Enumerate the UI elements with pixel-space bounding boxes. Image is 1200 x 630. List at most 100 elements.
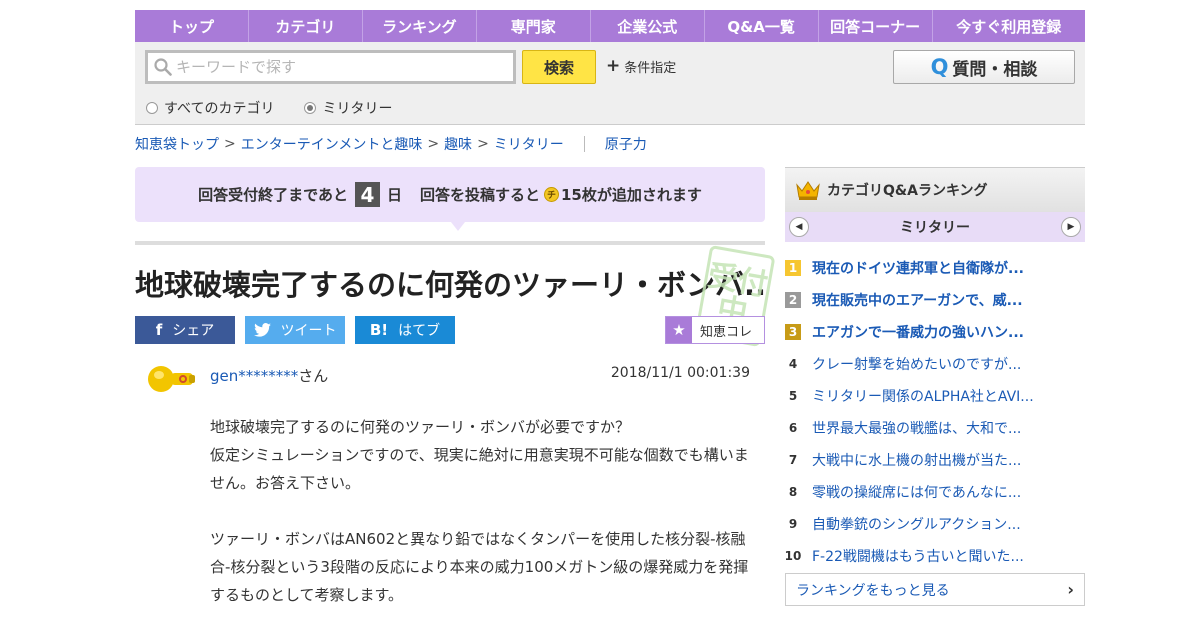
chie-collection-label: 知恵コレ — [700, 324, 753, 340]
breadcrumb-divider — [583, 136, 585, 152]
search-icon — [154, 58, 172, 76]
ranking-link[interactable]: エアガンで一番威力の強いハン... — [812, 322, 1024, 342]
ranking-link[interactable]: 現在販売中のエアーガンで、威... — [812, 290, 1023, 310]
radio-all-label: すべてのカテゴリ — [164, 101, 275, 117]
hatena-icon: B! — [369, 321, 389, 339]
radio-current-label: ミリタリー — [322, 101, 393, 117]
breadcrumb: 知恵袋トップ > エンターテインメントと趣味 > 趣味 > ミリタリー 原子力 — [135, 134, 647, 154]
ask-question-button[interactable]: Q 質問・相談 — [893, 50, 1075, 84]
twitter-share-button[interactable]: ツイート — [245, 316, 345, 344]
honorific: さん — [298, 367, 329, 385]
rank-number: 2 — [785, 292, 801, 308]
ranking-link[interactable]: ミリタリー関係のALPHA社とAVI... — [812, 386, 1034, 406]
questioner: gen********さん — [210, 365, 328, 386]
list-item: 4 クレー射撃を始めたいのですが... — [785, 348, 1085, 380]
list-item: 6 世界最大最強の戦艦は、大和で... — [785, 412, 1085, 444]
rank-number: 9 — [788, 517, 798, 531]
notice-reward-prefix: 回答を投稿すると — [419, 186, 540, 204]
breadcrumb-chiebukuro-top[interactable]: 知恵袋トップ — [135, 134, 219, 154]
nav-register[interactable]: 今すぐ利用登録 — [933, 10, 1085, 42]
search-input[interactable] — [176, 58, 496, 76]
search-button[interactable]: 検索 — [522, 50, 596, 84]
ask-question-label: 質問・相談 — [952, 59, 1038, 80]
category-scope: すべてのカテゴリ ミリタリー — [146, 98, 422, 118]
nav-ranking[interactable]: ランキング — [363, 10, 477, 42]
twitter-icon — [253, 323, 271, 337]
nav-official[interactable]: 企業公式 — [591, 10, 705, 42]
search-box[interactable] — [145, 50, 516, 84]
list-item: 3 エアガンで一番威力の強いハン... — [785, 316, 1085, 348]
breadcrumb-separator: > — [477, 136, 489, 152]
twitter-share-label: ツイート — [280, 323, 337, 339]
chie-collection-button[interactable]: ★ 知恵コレ — [665, 316, 765, 344]
facebook-share-label: シェア — [172, 323, 215, 339]
crown-icon — [796, 181, 820, 200]
breadcrumb-entertainment[interactable]: エンターテインメントと趣味 — [241, 134, 423, 154]
questioner-link[interactable]: gen******** — [210, 367, 298, 385]
prev-arrow-icon[interactable]: ◀ — [789, 217, 809, 237]
ranking-link[interactable]: 現在のドイツ連邦軍と自衛隊が... — [812, 258, 1024, 278]
list-item: 10 F-22戦闘機はもう古いと聞いた... — [785, 540, 1085, 572]
nav-answer-corner[interactable]: 回答コーナー — [819, 10, 933, 42]
ranking-link[interactable]: F-22戦闘機はもう古いと聞いた... — [812, 546, 1024, 566]
ranking-category: ミリタリー — [900, 220, 970, 236]
nav-experts[interactable]: 専門家 — [477, 10, 591, 42]
question-body: 地球破壊完了するのに何発のツァーリ・ボンバが必要ですか？ 仮定シミュレーションで… — [210, 413, 755, 630]
ranking-link[interactable]: 世界最大最強の戦艦は、大和で... — [812, 418, 1021, 438]
facebook-share-button[interactable]: f シェア — [135, 316, 235, 344]
breadcrumb-hobby[interactable]: 趣味 — [444, 134, 472, 154]
ranking-link[interactable]: 自動拳銃のシングルアクション... — [812, 514, 1021, 534]
rank-number: 8 — [788, 485, 798, 499]
star-icon: ★ — [666, 317, 692, 343]
ranking-link[interactable]: 零戦の操縦席には何であんなに... — [812, 482, 1021, 502]
question-title: 地球破壊完了するのに何発のツァーリ・ボンバ... — [135, 268, 765, 302]
divider — [135, 241, 765, 245]
list-item: 9 自動拳銃のシングルアクション... — [785, 508, 1085, 540]
rank-number: 5 — [788, 389, 798, 403]
rank-number: 4 — [788, 357, 798, 371]
tag-nuclear[interactable]: 原子力 — [605, 134, 647, 154]
nav-category[interactable]: カテゴリ — [249, 10, 363, 42]
next-arrow-icon[interactable]: ▶ — [1061, 217, 1081, 237]
plus-icon: + — [606, 56, 621, 76]
list-item: 8 零戦の操縦席には何であんなに... — [785, 476, 1085, 508]
nav-qa-list[interactable]: Q&A一覧 — [705, 10, 819, 42]
search-area: 検索 + 条件指定 Q 質問・相談 すべてのカテゴリ ミリタリー — [135, 42, 1085, 125]
top-nav: トップ カテゴリ ランキング 専門家 企業公式 Q&A一覧 回答コーナー 今すぐ… — [135, 10, 1085, 42]
conditions-link[interactable]: + 条件指定 — [606, 56, 676, 76]
radio-current-category[interactable]: ミリタリー — [304, 98, 392, 118]
radio-icon — [146, 102, 158, 114]
list-item: 1 現在のドイツ連邦軍と自衛隊が... — [785, 252, 1085, 284]
ranking-link[interactable]: 大戦中に水上機の射出機が当た... — [812, 450, 1021, 470]
rank-number: 7 — [788, 453, 798, 467]
nav-top[interactable]: トップ — [135, 10, 249, 42]
answer-deadline-notice: 回答受付終了まであと 4 日 回答を投稿すると チ 15枚が追加されます — [135, 167, 765, 222]
rank-number: 6 — [788, 421, 798, 435]
facebook-icon: f — [155, 321, 163, 339]
radio-selected-icon — [304, 102, 317, 114]
breadcrumb-separator: > — [427, 136, 440, 152]
ranking-category-switcher: ◀ ミリタリー ▶ — [785, 212, 1085, 242]
breadcrumb-military[interactable]: ミリタリー — [494, 134, 564, 154]
days-unit: 日 — [386, 186, 402, 204]
more-ranking-link[interactable]: ランキングをもっと見る › — [785, 573, 1085, 606]
question-icon: Q — [930, 55, 949, 79]
hatena-bookmark-button[interactable]: B! はてブ — [355, 316, 455, 344]
chevron-right-icon: › — [1067, 580, 1074, 599]
ranking-title: カテゴリQ&Aランキング — [827, 183, 988, 199]
radio-all-categories[interactable]: すべてのカテゴリ — [146, 98, 274, 118]
conditions-label: 条件指定 — [624, 60, 677, 76]
notice-reward: 15枚が追加されます — [561, 186, 702, 204]
ranking-list: 1 現在のドイツ連邦軍と自衛隊が... 2 現在販売中のエアーガンで、威... 3エ… — [785, 252, 1085, 572]
post-date: 2018/11/1 00:01:39 — [610, 365, 750, 381]
rank-number: 1 — [785, 260, 801, 276]
notice-pointer — [451, 222, 465, 231]
rank-number: 10 — [784, 549, 802, 563]
more-ranking-label: ランキングをもっと見る — [796, 582, 950, 599]
ranking-header: カテゴリQ&Aランキング — [785, 167, 1085, 212]
rank-number: 3 — [785, 324, 801, 340]
days-remaining: 4 — [354, 182, 380, 207]
ranking-link[interactable]: クレー射撃を始めたいのですが... — [812, 354, 1021, 374]
question-paragraph: 地球破壊完了するのに何発のツァーリ・ボンバが必要ですか？ 仮定シミュレーションで… — [210, 418, 749, 492]
list-item: 7 大戦中に水上機の射出機が当た... — [785, 444, 1085, 476]
